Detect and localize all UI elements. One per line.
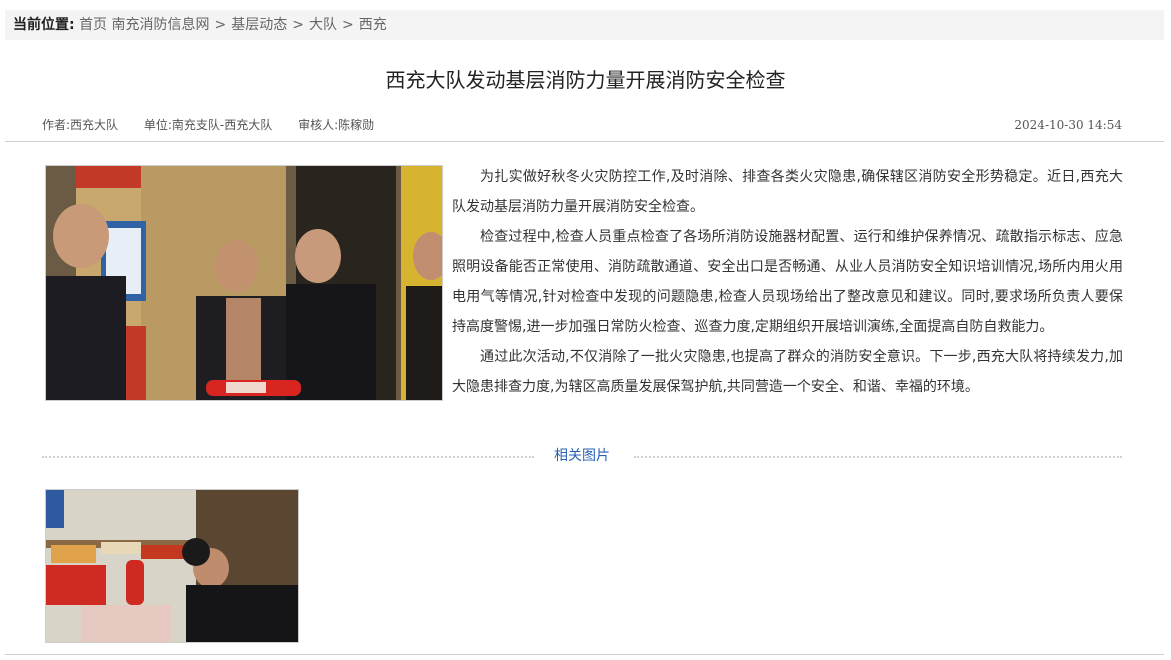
breadcrumb-separator: > bbox=[214, 17, 227, 33]
article-meta: 作者:西充大队 单位:南充支队-西充大队 审核人:陈稼勋 2024-10-30 … bbox=[42, 115, 1122, 135]
dotted-divider-left bbox=[42, 456, 534, 458]
publish-time: 2024-10-30 14:54 bbox=[1014, 118, 1122, 132]
author-label: 作者:西充大队 bbox=[42, 118, 119, 132]
breadcrumb-lead: 当前位置: bbox=[13, 17, 75, 33]
dotted-divider-right bbox=[634, 456, 1122, 458]
breadcrumb-separator: > bbox=[292, 17, 304, 33]
breadcrumb: 当前位置: 首页 南充消防信息网 > 基层动态 > 大队 > 西充 bbox=[5, 10, 1164, 40]
page-title: 西充大队发动基层消防力量开展消防安全检查 bbox=[385, 68, 786, 92]
shop-inspection-photo-illustration bbox=[46, 490, 298, 642]
related-pictures-header: 相关图片 bbox=[42, 443, 1122, 469]
unit-label: 单位:南充支队-西充大队 bbox=[143, 118, 273, 132]
divider bbox=[5, 141, 1164, 142]
breadcrumb-link-home[interactable]: 首页 南充消防信息网 bbox=[79, 17, 209, 33]
photo-float-spacer bbox=[42, 162, 452, 404]
divider bbox=[5, 654, 1164, 655]
breadcrumb-separator: > bbox=[341, 17, 354, 33]
article-body: 为扎实做好秋冬火灾防控工作,及时消除、排查各类火灾隐患,确保辖区消防安全形势稳定… bbox=[42, 162, 1123, 404]
breadcrumb-link-news[interactable]: 基层动态 bbox=[231, 17, 287, 33]
breadcrumb-link-xichong[interactable]: 西充 bbox=[359, 17, 387, 33]
reviewer-label: 审核人:陈稼勋 bbox=[298, 118, 375, 132]
breadcrumb-link-brigade[interactable]: 大队 bbox=[309, 17, 337, 33]
related-pictures-label: 相关图片 bbox=[554, 448, 610, 464]
related-photo-thumbnail[interactable] bbox=[45, 489, 299, 643]
